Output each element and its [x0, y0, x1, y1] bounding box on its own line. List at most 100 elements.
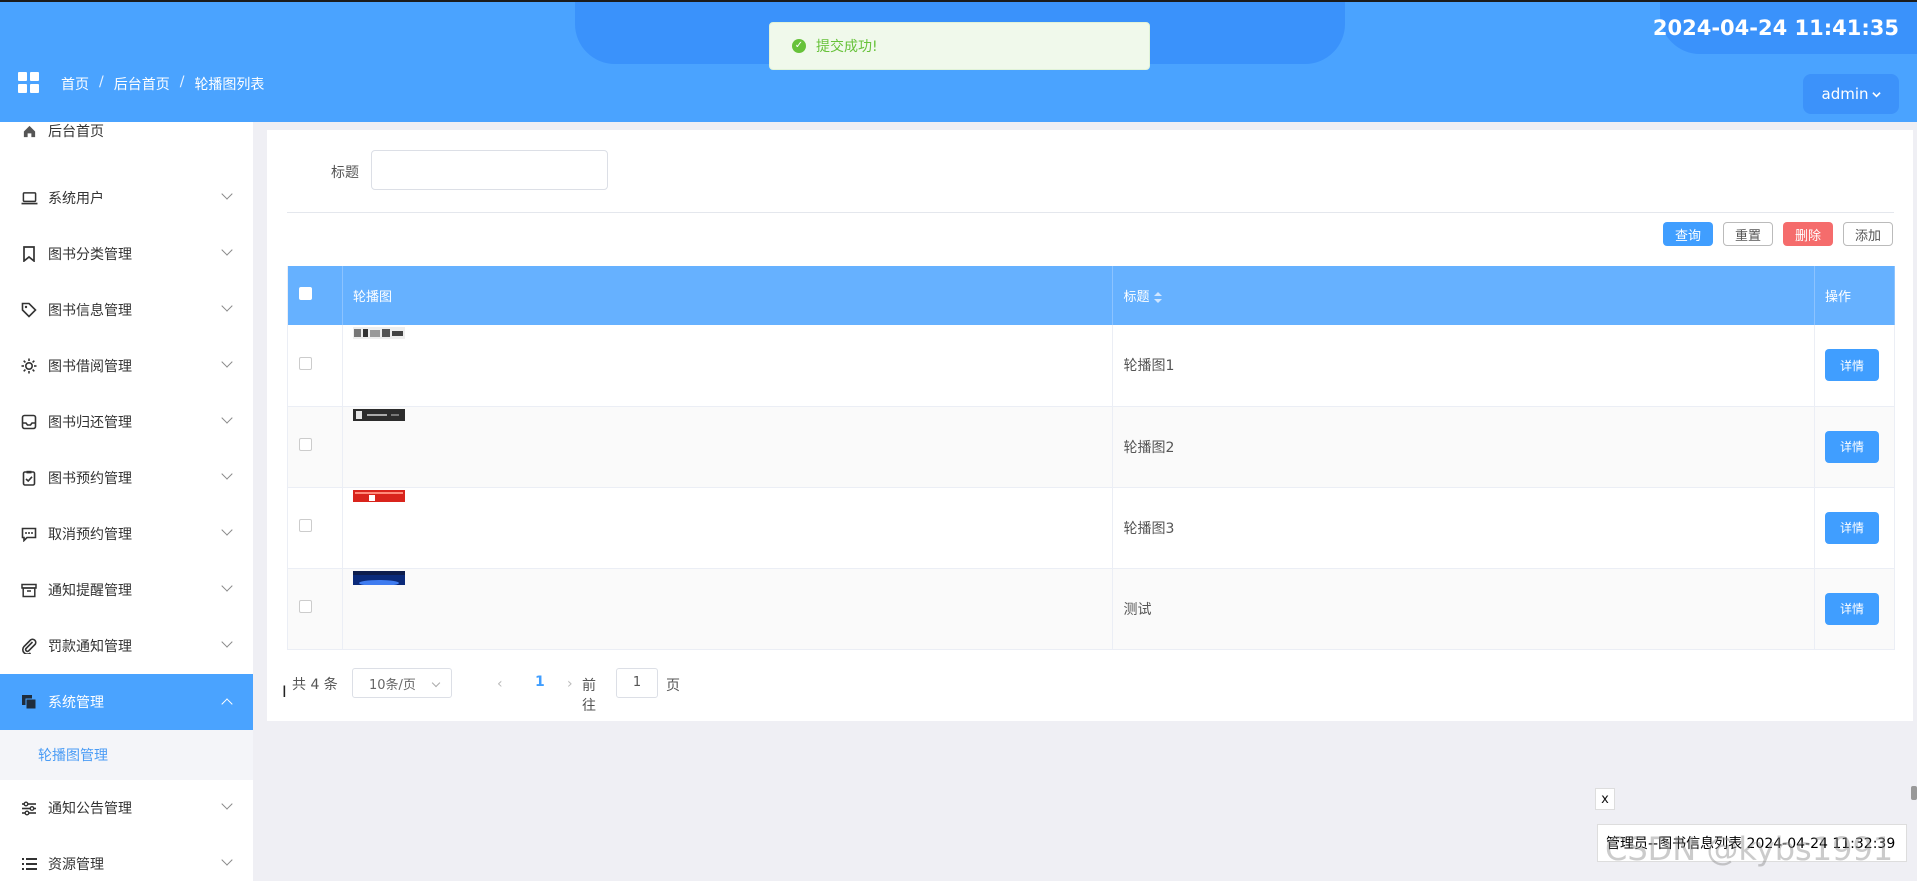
carousel-thumbnail[interactable]	[352, 489, 405, 502]
sidebar-item-resources[interactable]: 资源管理	[0, 836, 253, 881]
carousel-thumbnail[interactable]	[352, 408, 405, 421]
table-row: 轮播图3 详情	[287, 487, 1896, 569]
carousel-thumbnail[interactable]	[352, 327, 405, 340]
detail-button[interactable]: 详情	[1824, 349, 1879, 382]
chevron-right-icon[interactable]: ›	[567, 676, 573, 692]
breadcrumb-separator: /	[179, 74, 185, 90]
sidebar-item-label: 后台首页	[48, 124, 104, 140]
sidebar-item-notification-reminder[interactable]: 通知提醒管理	[0, 562, 253, 618]
sidebar-item-book-info[interactable]: 图书信息管理	[0, 282, 253, 338]
sort-icon[interactable]	[1154, 291, 1163, 304]
apps-grid-icon[interactable]	[18, 72, 40, 94]
image-cell	[342, 487, 1114, 569]
row-checkbox[interactable]	[299, 438, 312, 451]
row-select-cell	[287, 487, 343, 569]
action-cell: 详情	[1814, 568, 1896, 650]
sidebar-item-label: 系统管理	[48, 695, 104, 711]
sidebar-item-system-users[interactable]: 系统用户	[0, 170, 253, 226]
chevron-down-icon	[221, 244, 233, 256]
column-header-image: 轮播图	[342, 266, 1114, 325]
laptop-icon	[20, 189, 38, 207]
carousel-thumbnail[interactable]	[352, 570, 405, 585]
bookmark-icon	[20, 245, 38, 263]
sidebar-item-label: 罚款通知管理	[48, 639, 132, 655]
notice-close-button[interactable]: x	[1595, 788, 1615, 810]
current-page-number[interactable]: 1	[535, 674, 545, 690]
breadcrumb-home[interactable]: 首页	[61, 74, 89, 94]
table-header-row: 轮播图 标题 操作	[287, 266, 1896, 325]
reset-button[interactable]: 重置	[1723, 222, 1773, 246]
row-checkbox[interactable]	[299, 356, 312, 370]
row-checkbox[interactable]	[299, 519, 312, 532]
message-icon	[20, 525, 38, 543]
goto-label: 前往	[582, 678, 596, 714]
user-name: admin	[1821, 85, 1869, 103]
user-menu-button[interactable]: admin	[1803, 74, 1899, 114]
title-filter-label: 标题	[331, 165, 359, 181]
select-all-cell	[287, 266, 343, 325]
query-button[interactable]: 查询	[1663, 222, 1713, 246]
row-select-cell	[287, 406, 343, 488]
column-header-title[interactable]: 标题	[1112, 266, 1815, 325]
chevron-down-icon	[221, 412, 233, 424]
row-checkbox[interactable]	[299, 600, 312, 613]
breadcrumb: 首页 / 后台首页 / 轮播图列表	[61, 74, 264, 94]
breadcrumb-separator: /	[99, 74, 104, 90]
paperclip-icon	[20, 637, 38, 655]
title-cell: 轮播图3	[1112, 487, 1815, 569]
table-row: 轮播图1 详情	[287, 325, 1896, 407]
inbox-icon	[20, 413, 38, 431]
title-filter-input[interactable]	[371, 150, 608, 190]
sidebar-item-fine-notice[interactable]: 罚款通知管理	[0, 618, 253, 674]
title-cell: 轮播图1	[1112, 325, 1815, 407]
sidebar-item-label: 图书信息管理	[48, 303, 132, 319]
detail-button[interactable]: 详情	[1824, 430, 1879, 463]
breadcrumb-current: 轮播图列表	[194, 77, 265, 93]
row-select-cell	[287, 325, 343, 407]
image-cell	[342, 325, 1114, 407]
list-icon	[20, 855, 38, 873]
sidebar-item-label: 通知提醒管理	[48, 583, 132, 599]
sidebar-item-system-management[interactable]: 系统管理	[0, 674, 253, 730]
sliders-icon	[20, 799, 38, 817]
sidebar-item-book-reservation[interactable]: 图书预约管理	[0, 450, 253, 506]
sidebar-item-announcements[interactable]: 通知公告管理	[0, 780, 253, 836]
sidebar-item-cancel-reservation[interactable]: 取消预约管理	[0, 506, 253, 562]
table-row: 测试 详情	[287, 568, 1896, 650]
toast-message: 提交成功!	[816, 39, 878, 55]
add-button[interactable]: 添加	[1843, 222, 1893, 246]
sidebar-item-book-categories[interactable]: 图书分类管理	[0, 226, 253, 282]
success-toast: ✓ 提交成功!	[769, 22, 1150, 70]
page-size-select[interactable]: 10条/页	[352, 668, 452, 698]
scrollbar-thumb[interactable]	[1911, 786, 1917, 800]
sidebar-item-book-borrow[interactable]: 图书借阅管理	[0, 338, 253, 394]
detail-button[interactable]: 详情	[1824, 511, 1879, 544]
chevron-down-icon	[1871, 91, 1881, 97]
home-icon	[20, 122, 38, 140]
clipboard-check-icon	[20, 469, 38, 487]
table-row: 轮播图2 详情	[287, 406, 1896, 488]
goto-page-suffix: 页	[666, 678, 680, 694]
action-cell: 详情	[1814, 487, 1896, 569]
chevron-up-icon	[221, 698, 233, 710]
sidebar-item-label: 系统用户	[48, 191, 104, 207]
carousel-table: 轮播图 标题 操作 轮播图1 详情 轮播图2 详情 轮播图3 详情 测试 详情	[287, 266, 1896, 650]
sidebar-subitem-carousel[interactable]: 轮播图管理	[0, 730, 253, 780]
sidebar-item-label: 图书预约管理	[48, 471, 132, 487]
sidebar-item-label: 取消预约管理	[48, 527, 132, 543]
image-cell	[342, 406, 1114, 488]
goto-page-input[interactable]: 1	[616, 668, 658, 698]
sidebar-item-label: 资源管理	[48, 857, 104, 873]
sidebar-item-dashboard[interactable]: 后台首页	[0, 116, 253, 146]
content-panel: 标题 查询 重置 删除 添加 轮播图 标题 操作 轮播图1 详情 轮播图2 详情…	[267, 130, 1913, 721]
select-all-checkbox[interactable]	[299, 287, 312, 300]
breadcrumb-dashboard[interactable]: 后台首页	[114, 74, 170, 94]
sidebar-item-label: 图书借阅管理	[48, 359, 132, 375]
chevron-left-icon[interactable]: ‹	[497, 676, 503, 692]
delete-button[interactable]: 删除	[1783, 222, 1833, 246]
detail-button[interactable]: 详情	[1824, 592, 1879, 625]
pagination-total: 共 4 条	[292, 677, 338, 693]
sidebar-item-label: 图书分类管理	[48, 247, 132, 263]
sidebar: 后台首页 系统用户 图书分类管理 图书信息管理 图书借阅管理 图书归还管理 图书…	[0, 122, 253, 881]
sidebar-item-book-return[interactable]: 图书归还管理	[0, 394, 253, 450]
